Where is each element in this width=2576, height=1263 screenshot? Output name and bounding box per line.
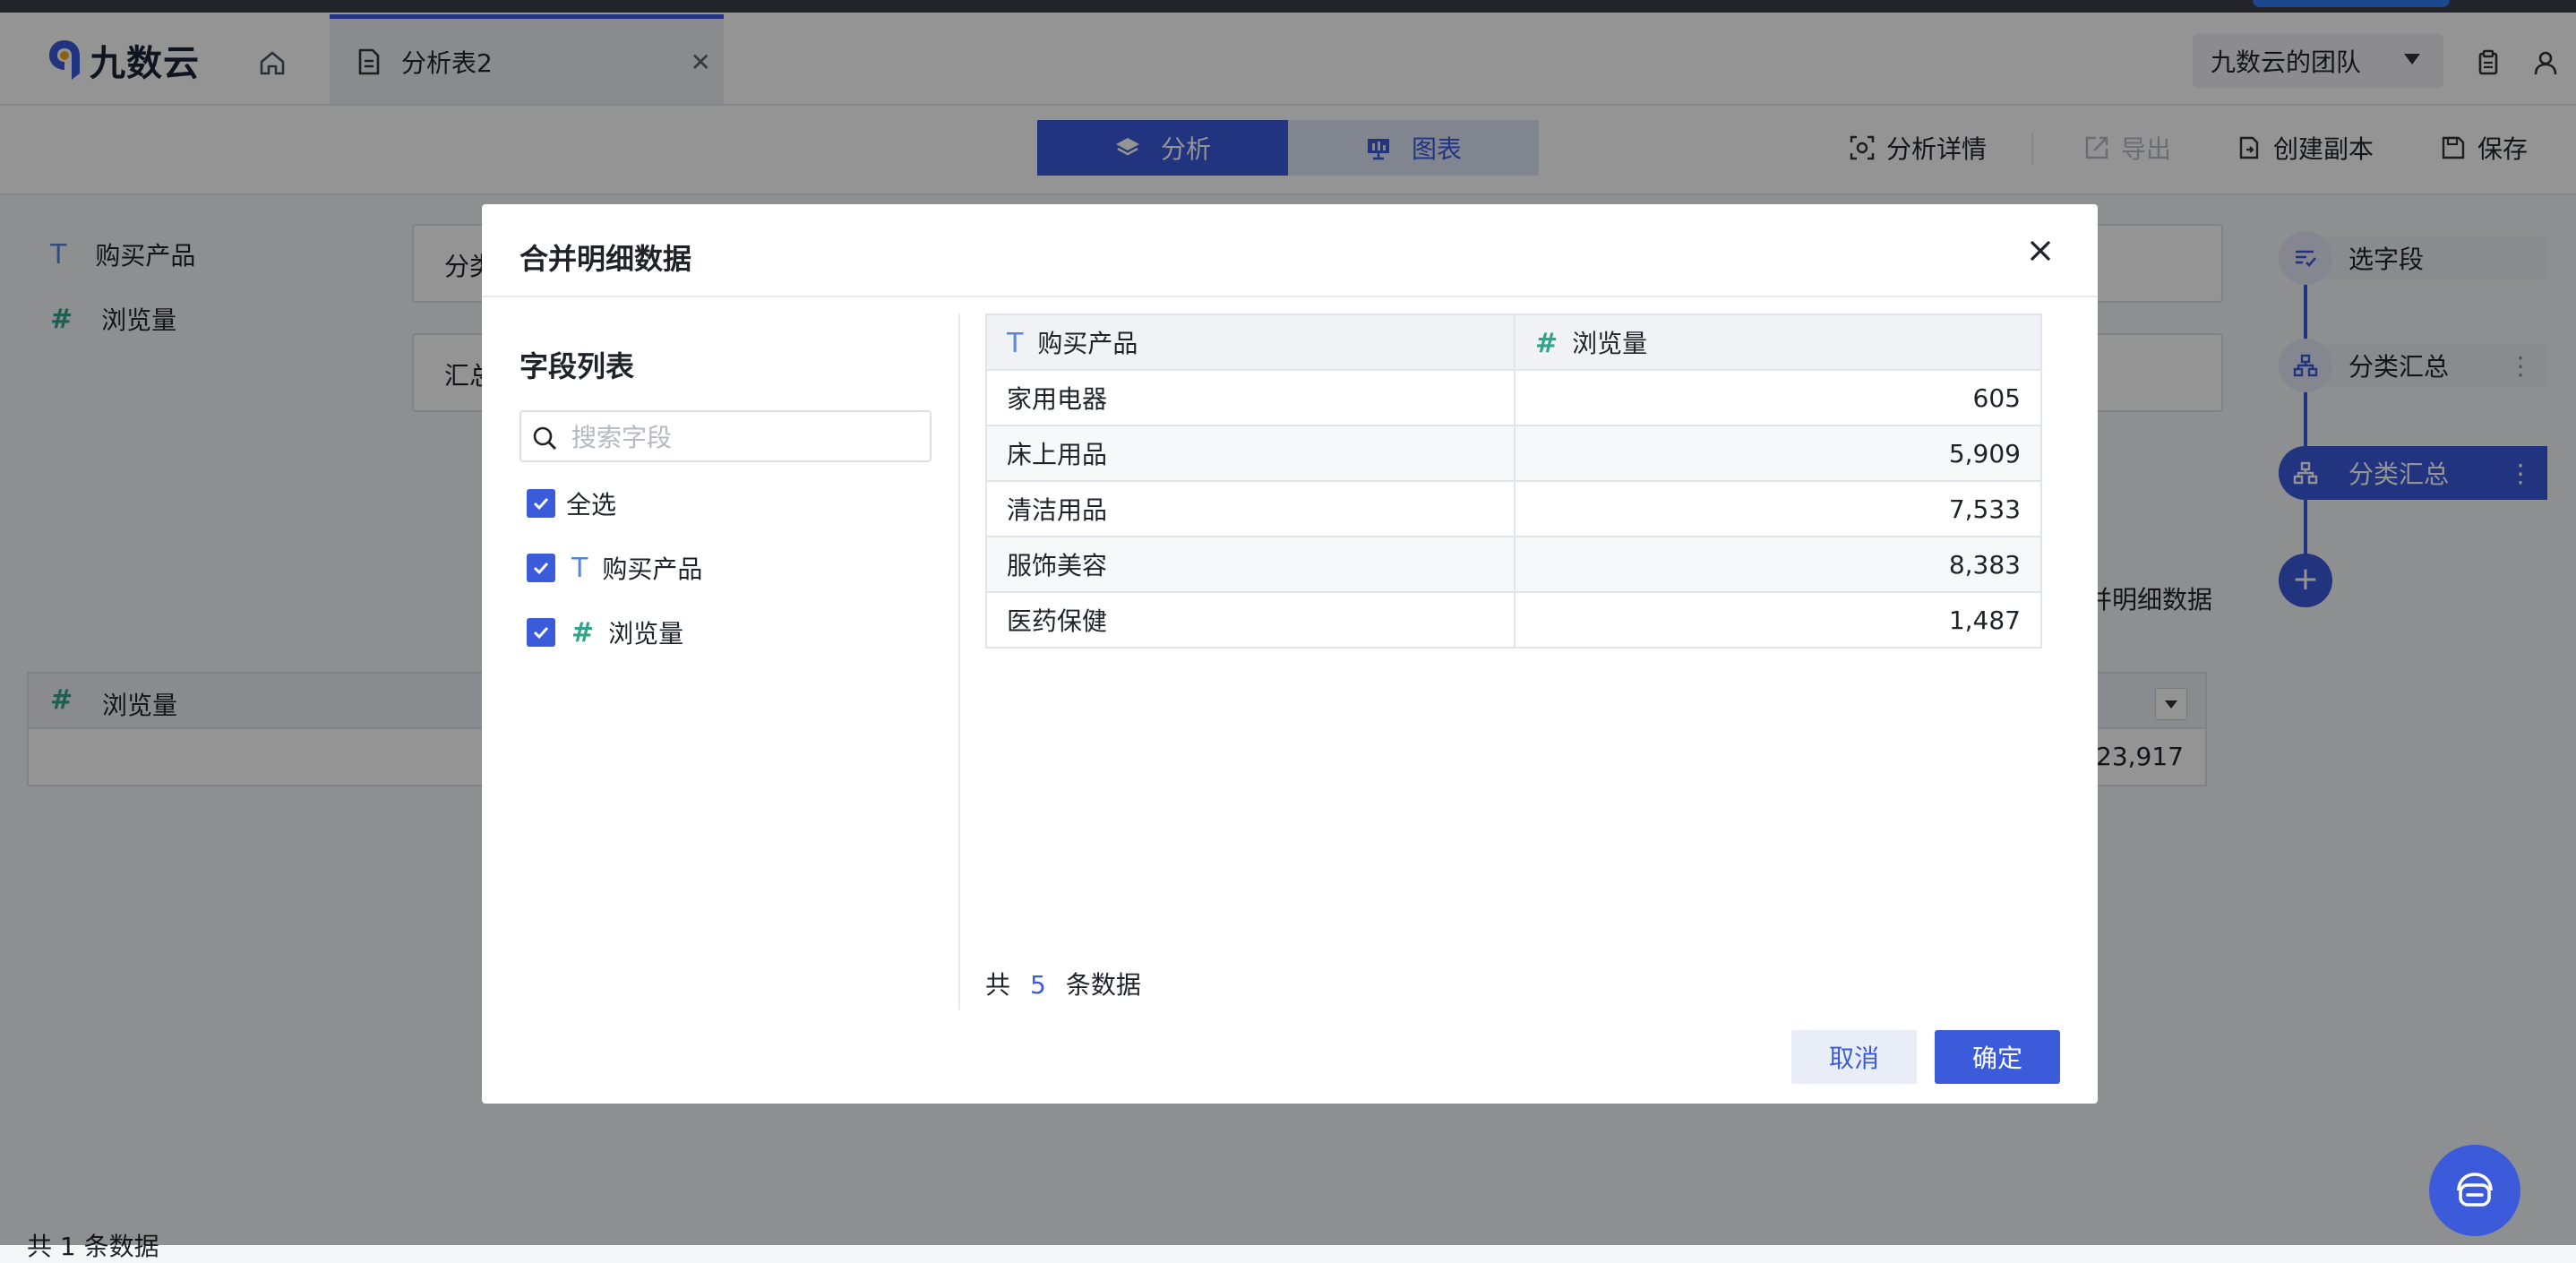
total-suffix: 条数据 [1065, 970, 1141, 1000]
merge-detail-dialog: 合并明细数据 字段列表 全选 T 购买产品 # 浏览量 [482, 204, 2098, 1104]
cancel-button[interactable]: 取消 [1791, 1030, 1917, 1084]
cell-views: 5,909 [1514, 425, 2042, 482]
close-icon[interactable] [2024, 235, 2057, 267]
preview-table: T 购买产品 # 浏览量 家用电器 605 床上用品 5,909 清洁用品 7,53… [985, 314, 2042, 649]
panel-divider [958, 314, 960, 1010]
cell-views: 8,383 [1514, 536, 2042, 593]
dialog-divider [482, 296, 2098, 297]
table-row: 床上用品 5,909 [985, 425, 2042, 482]
table-row: 医药保健 1,487 [985, 591, 2042, 649]
total-prefix: 共 [985, 970, 1011, 1000]
checkbox-checked-icon[interactable] [527, 489, 555, 518]
field-checkbox-product[interactable]: T 购买产品 [527, 552, 702, 584]
select-all-label: 全选 [566, 490, 617, 520]
column-header-label: 购买产品 [1037, 329, 1138, 358]
preview-table-header: T 购买产品 # 浏览量 [985, 314, 2042, 371]
number-field-icon: # [571, 616, 595, 649]
select-all-checkbox[interactable]: 全选 [527, 487, 616, 520]
text-field-icon: T [1007, 328, 1024, 359]
checkbox-checked-icon[interactable] [527, 554, 555, 582]
dialog-title: 合并明细数据 [519, 242, 692, 276]
cell-product: 床上用品 [985, 425, 1516, 482]
cell-views: 605 [1514, 369, 2042, 426]
search-icon [533, 426, 556, 450]
text-field-icon: T [571, 552, 588, 584]
row-total: 共 5 条数据 [985, 966, 1141, 1001]
chat-support-button[interactable] [2429, 1145, 2520, 1236]
field-checkbox-views[interactable]: # 浏览量 [527, 616, 683, 649]
cell-product: 家用电器 [985, 369, 1516, 426]
total-count: 5 [1030, 970, 1046, 1000]
column-header-label: 浏览量 [1572, 329, 1648, 358]
confirm-button[interactable]: 确定 [1935, 1030, 2060, 1084]
table-row: 服饰美容 8,383 [985, 536, 2042, 593]
column-header-views: # 浏览量 [1514, 314, 2042, 371]
cell-product: 清洁用品 [985, 480, 1516, 537]
number-field-icon: # [1535, 328, 1558, 359]
field-checkbox-label: 购买产品 [602, 554, 703, 584]
cell-product: 医药保健 [985, 591, 1516, 649]
cell-product: 服饰美容 [985, 536, 1516, 593]
column-header-product: T 购买产品 [985, 314, 1516, 371]
cell-views: 1,487 [1514, 591, 2042, 649]
cell-views: 7,533 [1514, 480, 2042, 537]
search-input[interactable] [570, 419, 923, 455]
checkbox-checked-icon[interactable] [527, 618, 555, 647]
headset-chat-icon [2457, 1173, 2493, 1207]
field-search[interactable] [519, 410, 932, 462]
field-list-title: 字段列表 [519, 349, 635, 383]
table-row: 家用电器 605 [985, 369, 2042, 426]
table-row: 清洁用品 7,533 [985, 480, 2042, 537]
field-checkbox-label: 浏览量 [608, 619, 684, 649]
